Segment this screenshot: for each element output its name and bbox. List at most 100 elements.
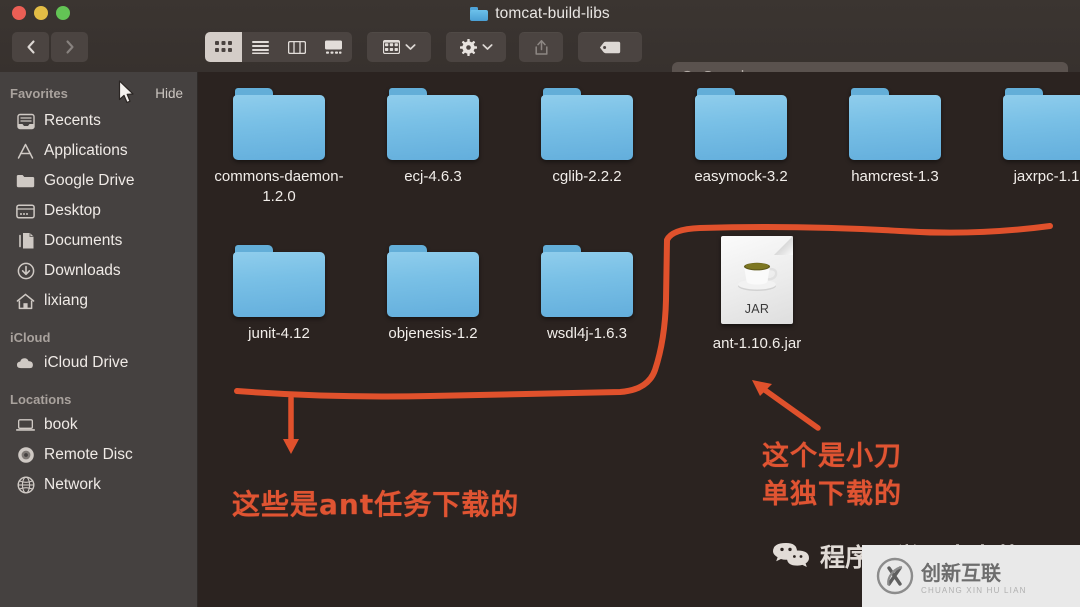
navigation-group [12,32,88,62]
folder-icon [470,7,489,21]
desktop-icon [16,202,35,221]
folder-icon [233,245,325,317]
sidebar-item-label: Google Drive [44,172,135,189]
file-item[interactable]: cglib-2.2.2 [510,88,664,187]
sidebar-item-remote-disc[interactable]: Remote Disc [0,440,197,470]
sidebar-item-label: Recents [44,112,101,129]
file-item[interactable]: JAR ant-1.10.6.jar [680,236,834,354]
file-name: ecj-4.6.3 [404,168,462,185]
documents-icon [16,232,35,251]
favorites-label: Favorites [10,85,68,101]
recents-icon [16,112,35,131]
file-item[interactable]: commons-daemon-1.2.0 [202,88,356,207]
jar-file-icon: JAR [721,236,793,324]
file-name: objenesis-1.2 [388,325,478,342]
column-view-button[interactable] [278,32,316,62]
chevron-down-icon [404,44,416,50]
window-title-bar: tomcat-build-libs [0,1,1080,27]
downloads-icon [16,262,35,281]
file-item[interactable]: ecj-4.6.3 [356,88,510,187]
folder-icon [541,88,633,160]
file-item[interactable]: wsdl4j-1.6.3 [510,245,664,344]
share-icon [534,39,548,55]
file-item[interactable]: jaxrpc-1.1- [972,88,1080,187]
sidebar-item-label: Remote Disc [44,446,133,463]
folder-icon [387,88,479,160]
arrange-button[interactable] [367,32,431,62]
sidebar-item-label: Network [44,476,101,493]
folder-icon [1003,88,1080,160]
sidebar-item-label: Documents [44,232,123,249]
cloud-icon [16,354,35,373]
file-name: ant-1.10.6.jar [712,335,802,352]
gallery-view-button[interactable] [315,32,352,62]
sidebar-item-label: Downloads [44,262,121,279]
file-name: junit-4.12 [248,325,310,342]
page-title: tomcat-build-libs [495,5,610,22]
folder-icon [695,88,787,160]
view-mode-group [205,32,352,62]
globe-icon [16,476,35,495]
sidebar-item-applications[interactable]: Applications [0,136,197,166]
folder-icon [233,88,325,160]
sidebar-item-documents[interactable]: Documents [0,226,197,256]
brand-watermark: 创新互联 CHUANG XIN HU LIAN [862,545,1080,607]
sidebar-item-desktop[interactable]: Desktop [0,196,197,226]
titlebar: tomcat-build-libs [0,0,1080,92]
share-button[interactable] [519,32,563,62]
sidebar-item-label: iCloud Drive [44,354,129,371]
sidebar-item-label: lixiang [44,292,88,309]
tag-icon [599,41,621,53]
file-item[interactable]: easymock-3.2 [664,88,818,187]
sidebar-item-book[interactable]: book [0,410,197,440]
file-name: cglib-2.2.2 [552,168,622,185]
mouse-cursor [118,80,134,104]
folder-icon [387,245,479,317]
coffee-cup-icon [738,262,778,291]
annotation-right-line1: 这个是小刀 [762,441,902,472]
hide-favorites-button[interactable]: Hide [155,86,183,101]
file-grid: commons-daemon-1.2.0 ecj-4.6.3 cglib-2.2… [199,72,1080,607]
sidebar-item-label: book [44,416,78,433]
file-name: hamcrest-1.3 [851,168,939,185]
home-icon [16,292,35,311]
locations-section-label: Locations [10,392,72,407]
gear-icon [459,38,477,56]
file-name: wsdl4j-1.6.3 [546,325,628,342]
back-button[interactable] [12,32,49,62]
sidebar-item-google-drive[interactable]: Google Drive [0,166,197,196]
action-button[interactable] [446,32,506,62]
folder-icon [849,88,941,160]
sidebar: Favorites Hide Recents Applications Goog… [0,72,198,607]
forward-button[interactable] [51,32,88,62]
laptop-icon [16,416,35,435]
tags-button[interactable] [578,32,642,62]
folder-icon [541,245,633,317]
sidebar-item-icloud-drive[interactable]: iCloud Drive [0,348,197,378]
finder-window: tomcat-build-libs Favorites Hide Recents… [0,0,1080,607]
annotation-right-note: 这个是小刀单独下载的 [762,438,902,514]
list-view-button[interactable] [241,32,279,62]
sidebar-item-network[interactable]: Network [0,470,197,500]
file-item[interactable]: objenesis-1.2 [356,245,510,344]
icon-view-button[interactable] [205,32,242,62]
toolbar: Search [0,30,1080,92]
sidebar-item-label: Desktop [44,202,101,219]
annotation-right-line2: 单独下载的 [762,479,902,510]
file-name: jaxrpc-1.1- [1013,168,1080,185]
chevron-down-icon [481,44,493,50]
sidebar-item-lixiang[interactable]: lixiang [0,286,197,316]
icloud-section-label: iCloud [10,330,51,345]
sidebar-favorites-header: Favorites Hide [0,82,197,104]
annotation-left-note: 这些是ant任务下载的 [232,488,520,521]
sidebar-item-recents[interactable]: Recents [0,106,197,136]
brand-name-cn: 创新互联 [921,561,1001,585]
brand-logo-icon [876,557,914,595]
file-item[interactable]: junit-4.12 [202,245,356,344]
folder-icon [16,172,35,191]
disc-icon [16,446,35,465]
applications-icon [16,142,35,161]
sidebar-item-downloads[interactable]: Downloads [0,256,197,286]
file-item[interactable]: hamcrest-1.3 [818,88,972,187]
wechat-icon [773,543,809,567]
